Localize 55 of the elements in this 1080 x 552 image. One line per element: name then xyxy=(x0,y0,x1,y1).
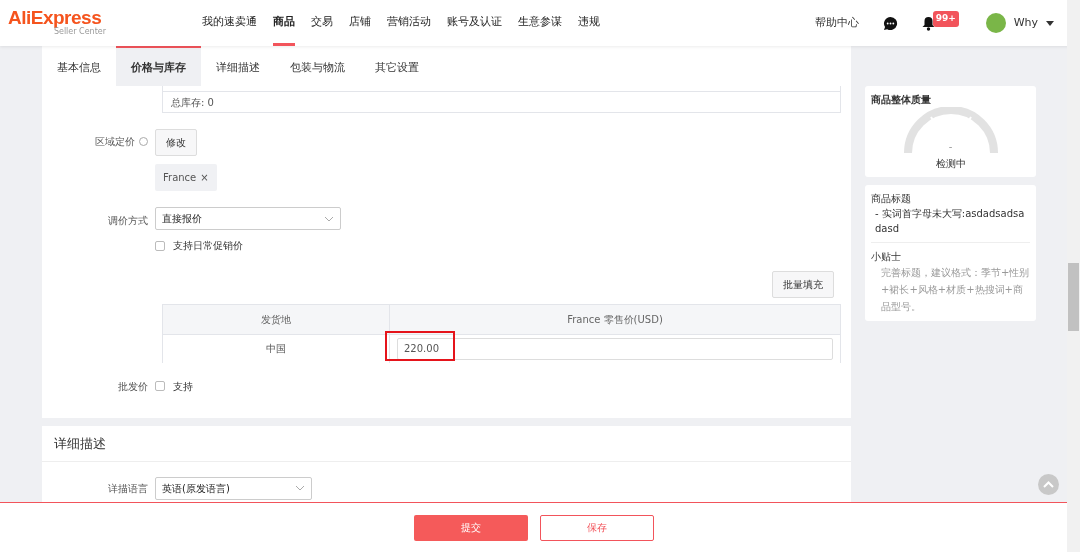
remove-tag-button[interactable]: × xyxy=(200,170,209,185)
chevron-up-icon xyxy=(1043,481,1054,488)
column-header: France 零售价(USD) xyxy=(389,304,841,335)
user-name[interactable]: Why xyxy=(1013,14,1038,32)
checkbox[interactable] xyxy=(155,240,165,251)
batch-fill-button[interactable]: 批量填充 xyxy=(772,271,834,298)
language-select[interactable]: 英语(原发语言) xyxy=(155,476,312,500)
nav-item[interactable]: 交易 xyxy=(311,0,333,46)
chevron-icon xyxy=(295,485,305,491)
tips-text: 完善标题，建议格式：季节+性别+裙长+风格+材质+热搜词+商品型号。 xyxy=(880,266,1030,314)
nav-item[interactable]: 生意参谋 xyxy=(518,0,562,46)
scroll-top-button[interactable] xyxy=(1038,474,1059,495)
pricing-select[interactable]: 直接报价 xyxy=(155,207,341,230)
bell-icon[interactable] xyxy=(921,15,935,31)
nav-item[interactable]: 违规 xyxy=(578,0,600,46)
price-input[interactable]: 220.00 xyxy=(397,337,833,360)
nav-item[interactable]: 我的速卖通 xyxy=(202,0,257,46)
title-issue: - 实词首字母未大写:asdadsadsadasd xyxy=(874,207,1026,236)
tab[interactable]: 价格与库存 xyxy=(116,46,201,86)
tab[interactable]: 详细描述 xyxy=(201,46,275,86)
tab[interactable]: 其它设置 xyxy=(360,46,434,86)
tag-label: France xyxy=(163,171,197,185)
select-value: 英语(原发语言) xyxy=(162,481,230,496)
card-title: 商品整体质量 xyxy=(871,93,932,107)
tab[interactable]: 基本信息 xyxy=(42,46,116,86)
checkbox-label: 支持日常促销价 xyxy=(173,239,243,253)
chevron-icon xyxy=(324,215,334,222)
field-label: 调价方式 xyxy=(108,215,148,226)
save-button[interactable]: 保存 xyxy=(539,514,654,541)
select-value: 直接报价 xyxy=(162,212,202,226)
nav-item[interactable]: 营销活动 xyxy=(387,0,431,46)
nav-item[interactable]: 店铺 xyxy=(349,0,371,46)
tips-title: 小贴士 xyxy=(871,250,902,264)
checkbox[interactable] xyxy=(155,381,165,391)
field-label: 批发价 xyxy=(118,380,148,392)
table-cell: 中国 xyxy=(162,334,390,363)
chat-icon[interactable] xyxy=(882,15,898,31)
caret-icon[interactable] xyxy=(1046,20,1054,26)
nav-item[interactable]: 账号及认证 xyxy=(447,0,502,46)
quality-status: 检测中 xyxy=(935,157,966,171)
column-header: 发货地 xyxy=(162,304,390,335)
avatar[interactable] xyxy=(985,13,1006,33)
input-value: 220.00 xyxy=(404,342,439,357)
modify-button[interactable]: 修改 xyxy=(155,129,197,156)
logo-subtitle: Seller Center xyxy=(53,27,106,38)
checkbox-label: 支持 xyxy=(173,379,193,394)
card-title: 商品标题 xyxy=(871,192,912,206)
help-link[interactable]: 帮助中心 xyxy=(814,14,859,32)
quality-score: - xyxy=(948,140,953,154)
field-label: 区域定价 xyxy=(95,135,135,149)
stock-total: 总库存: 0 xyxy=(170,96,215,110)
tab[interactable]: 包装与物流 xyxy=(275,46,360,86)
notification-badge: 99+ xyxy=(932,11,959,27)
field-label: 详描语言 xyxy=(108,482,148,494)
section-title: 详细描述 xyxy=(54,435,106,451)
